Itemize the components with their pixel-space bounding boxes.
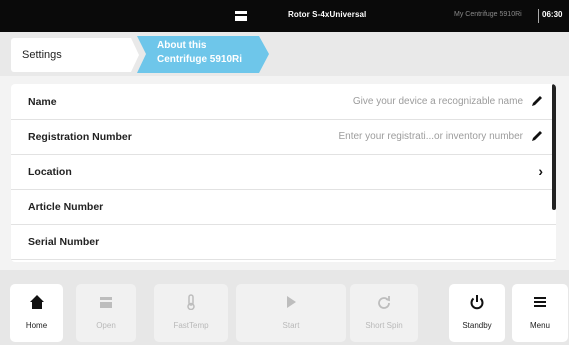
home-icon [29, 295, 44, 309]
chevron-right-icon[interactable]: › [538, 163, 543, 179]
open-button[interactable]: Open [76, 284, 136, 342]
list-item-serial-number: Serial Number [11, 224, 556, 260]
standby-label: Standby [462, 321, 492, 330]
standby-button[interactable]: Standby [449, 284, 505, 342]
breadcrumb-settings-label: Settings [22, 49, 62, 61]
open-label: Open [96, 321, 116, 330]
registration-number-label: Registration Number [28, 131, 132, 143]
menu-button[interactable]: Menu [512, 284, 568, 342]
scrollbar[interactable] [552, 84, 556, 210]
article-number-label: Article Number [28, 201, 104, 213]
serial-number-label: Serial Number [28, 236, 100, 248]
thermometer-icon [187, 294, 195, 310]
short-spin-label: Short Spin [365, 321, 403, 330]
breadcrumb-settings[interactable]: Settings [11, 38, 139, 72]
breadcrumb-about-label-1: About this [157, 40, 207, 51]
device-name: My Centrifuge 5910Ri [454, 11, 522, 18]
breadcrumb-about-label-2: Centrifuge 5910Ri [157, 54, 243, 65]
fasttemp-label: FastTemp [173, 321, 209, 330]
status-separator [538, 9, 539, 23]
lid-open-icon [100, 297, 112, 308]
power-icon [470, 295, 484, 310]
play-icon [287, 296, 296, 308]
list-item-location[interactable]: Location › [11, 154, 556, 190]
menu-label: Menu [529, 321, 550, 330]
edit-icon[interactable] [530, 94, 544, 108]
home-label: Home [25, 321, 48, 330]
list-item-name[interactable]: Name Give your device a recognizable nam… [11, 84, 556, 120]
location-label: Location [28, 166, 72, 178]
rotor-name: Rotor S-4xUniversal [288, 10, 367, 19]
rotor-icon [235, 11, 247, 21]
home-button[interactable]: Home [10, 284, 63, 342]
name-hint: Give your device a recognizable name [352, 96, 523, 107]
breadcrumb-about[interactable]: About this Centrifuge 5910Ri [137, 36, 269, 73]
clock: 06:30 [542, 10, 563, 19]
edit-icon[interactable] [530, 129, 544, 143]
start-button[interactable]: Start [236, 284, 346, 342]
short-spin-button[interactable]: Short Spin [350, 284, 418, 342]
registration-number-hint: Enter your registrati...or inventory num… [338, 131, 523, 142]
short-spin-icon [378, 296, 390, 309]
status-bar: Rotor S-4xUniversal My Centrifuge 5910Ri… [0, 0, 569, 32]
fasttemp-button[interactable]: FastTemp [154, 284, 228, 342]
menu-icon [534, 297, 546, 307]
list-item-article-number: Article Number [11, 189, 556, 225]
start-label: Start [282, 321, 300, 330]
list-item-registration-number[interactable]: Registration Number Enter your registrat… [11, 119, 556, 155]
settings-list: Name Give your device a recognizable nam… [11, 84, 556, 262]
name-label: Name [28, 96, 57, 108]
